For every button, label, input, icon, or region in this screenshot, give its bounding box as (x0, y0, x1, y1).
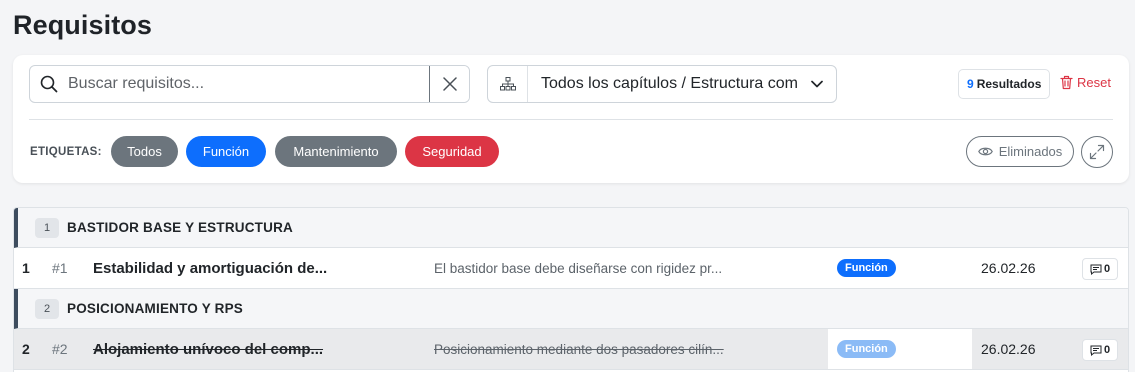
row-tag-badge: Función (837, 340, 896, 358)
close-icon (442, 77, 457, 91)
trash-icon (1060, 75, 1073, 90)
row-title: Alojamiento unívoco del comp... (93, 340, 324, 358)
reset-label: Reset (1077, 75, 1111, 90)
row-description: El bastidor base debe diseñarse con rigi… (434, 260, 723, 276)
expand-icon (1089, 144, 1105, 160)
results-label: Resultados (976, 77, 1042, 91)
row-id: #1 (52, 260, 68, 276)
page-title: Requisitos (13, 10, 153, 40)
chapter-title: POSICIONAMIENTO Y RPS (67, 301, 243, 316)
comment-icon (1090, 345, 1102, 356)
row-index: 1 (22, 260, 30, 276)
row-description: Posicionamiento mediante dos pasadores c… (434, 341, 724, 357)
tag-filter-mantenimiento[interactable]: Mantenimiento (275, 136, 397, 167)
show-deleted-label: Eliminados (998, 144, 1063, 159)
filter-panel: Todos los capítulos / Estructura comp 9 … (13, 55, 1129, 183)
chapter-select-value: Todos los capítulos / Estructura comp (541, 75, 798, 92)
eye-icon (977, 147, 993, 156)
row-date: 26.02.26 (981, 260, 1036, 276)
search-input[interactable] (68, 66, 429, 102)
comments-count: 0 (1103, 344, 1111, 356)
row-index: 2 (22, 341, 30, 357)
search-box (29, 65, 470, 103)
row-tag-cell: Función (828, 329, 972, 369)
requirements-table: 1 BASTIDOR BASE Y ESTRUCTURA 1 #1 Estabi… (13, 207, 1129, 372)
comments-button[interactable]: 0 (1082, 258, 1118, 280)
chapter-select[interactable]: Todos los capítulos / Estructura comp (487, 65, 837, 103)
chapter-header[interactable]: 1 BASTIDOR BASE Y ESTRUCTURA (14, 208, 1128, 248)
results-count: 9 (967, 77, 974, 91)
row-tag-badge: Función (837, 259, 896, 277)
comments-button[interactable]: 0 (1082, 339, 1118, 361)
chapter-number: 1 (35, 217, 59, 238)
chevron-down-icon (798, 80, 836, 88)
chapter-title: BASTIDOR BASE Y ESTRUCTURA (67, 220, 293, 235)
tags-label: ETIQUETAS: (30, 146, 102, 158)
row-date: 26.02.26 (972, 329, 1072, 369)
search-icon (30, 66, 68, 102)
chapter-header[interactable]: 2 POSICIONAMIENTO Y RPS (14, 289, 1128, 329)
table-row[interactable]: 1 #1 Estabilidad y amortiguación de... E… (14, 248, 1128, 289)
comments-count: 0 (1103, 263, 1111, 275)
reset-button[interactable]: Reset (1060, 75, 1111, 90)
clear-search-button[interactable] (429, 66, 469, 102)
row-id: #2 (52, 341, 68, 357)
hierarchy-icon (488, 66, 528, 102)
row-tag-cell: Función (828, 248, 972, 288)
results-count-badge: 9 Resultados (958, 69, 1051, 99)
expand-button[interactable] (1081, 136, 1113, 168)
chapter-number: 2 (35, 298, 59, 319)
tag-filter-todos[interactable]: Todos (111, 136, 178, 167)
table-row[interactable]: 2 #2 Alojamiento unívoco del comp... Pos… (14, 329, 1128, 370)
row-title: Estabilidad y amortiguación de... (93, 259, 328, 277)
show-deleted-toggle[interactable]: Eliminados (966, 136, 1074, 167)
tag-filter-funcion[interactable]: Función (186, 136, 266, 167)
comment-icon (1090, 264, 1102, 275)
tag-filter-seguridad[interactable]: Seguridad (405, 136, 499, 167)
divider (29, 119, 1113, 120)
